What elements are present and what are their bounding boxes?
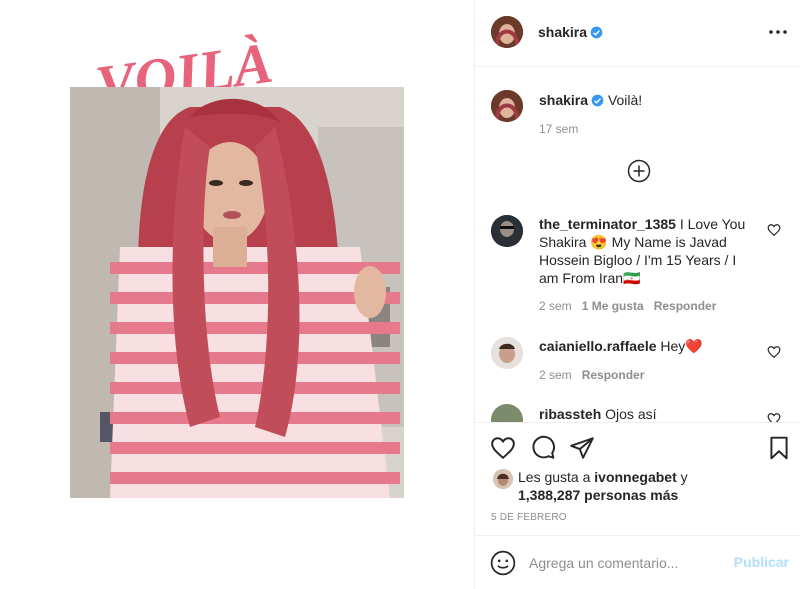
- post-side-panel: shakira shakira Voilà! 17 sem the_termin…: [474, 0, 800, 589]
- reply-button[interactable]: Responder: [654, 299, 717, 313]
- comment-time[interactable]: 2 sem: [539, 299, 572, 313]
- author-username[interactable]: shakira: [538, 24, 603, 40]
- post-photo[interactable]: [70, 87, 404, 498]
- share-direct-icon[interactable]: [569, 435, 595, 461]
- post-actions: Les gusta a ivonnegabet y 1,388,287 pers…: [475, 422, 800, 542]
- post-media: VOILÀ: [0, 0, 474, 589]
- post-header: shakira: [475, 0, 800, 67]
- save-bookmark-icon[interactable]: [766, 435, 792, 461]
- comments-list[interactable]: shakira Voilà! 17 sem the_terminator_138…: [475, 68, 800, 422]
- comment-text: Ojos así: [605, 406, 657, 422]
- like-heart-icon[interactable]: [490, 435, 516, 461]
- likes-summary: Les gusta a ivonnegabet y 1,388,287 pers…: [518, 468, 688, 504]
- comment-input[interactable]: [529, 552, 725, 574]
- load-more-comments-icon[interactable]: [627, 159, 651, 183]
- caption-username[interactable]: shakira: [539, 92, 588, 108]
- reply-button[interactable]: Responder: [582, 368, 645, 382]
- comment-meta: 2 sem 1 Me gusta Responder: [539, 299, 716, 313]
- comment-likes[interactable]: 1 Me gusta: [582, 299, 644, 313]
- verified-badge-icon: [590, 26, 603, 39]
- comment-composer: Publicar: [475, 535, 800, 589]
- comment-like-heart-icon[interactable]: [767, 412, 781, 422]
- caption-text: Voilà!: [607, 92, 643, 108]
- comment-time[interactable]: 2 sem: [539, 368, 572, 382]
- caption-time[interactable]: 17 sem: [539, 122, 578, 136]
- photo-illustration: [70, 87, 404, 498]
- liker-avatar[interactable]: [493, 469, 513, 489]
- emoji-icon[interactable]: [490, 550, 516, 576]
- author-avatar[interactable]: [491, 16, 523, 48]
- liker-username[interactable]: ivonnegabet: [594, 469, 676, 485]
- likes-prefix: Les gusta a: [518, 469, 591, 485]
- likes-count[interactable]: 1,388,287 personas más: [518, 487, 678, 503]
- comment-text-row: caianiello.raffaele Hey❤️: [539, 337, 749, 355]
- commenter-avatar[interactable]: [491, 215, 523, 247]
- caption-text-row: shakira Voilà!: [539, 91, 749, 109]
- verified-badge-icon: [591, 94, 604, 107]
- comment-like-heart-icon[interactable]: [767, 345, 781, 359]
- commenter-avatar[interactable]: [491, 404, 523, 422]
- post-date[interactable]: 5 DE FEBRERO: [491, 512, 567, 523]
- caption-avatar[interactable]: [491, 90, 523, 122]
- comment-username[interactable]: caianiello.raffaele: [539, 338, 657, 354]
- comment-bubble-icon[interactable]: [530, 435, 556, 461]
- comment-username[interactable]: ribassteh: [539, 406, 601, 422]
- comment-text-row: the_terminator_1385 I Love You Shakira 😍…: [539, 215, 749, 287]
- publish-button[interactable]: Publicar: [734, 554, 789, 570]
- comment-text-row: ribassteh Ojos así: [539, 405, 749, 422]
- comment-meta: 2 sem Responder: [539, 368, 644, 382]
- comment-like-heart-icon[interactable]: [767, 223, 781, 237]
- comment-username[interactable]: the_terminator_1385: [539, 216, 676, 232]
- comment-text: Hey❤️: [660, 338, 703, 354]
- commenter-avatar[interactable]: [491, 337, 523, 369]
- more-options-icon[interactable]: [767, 22, 789, 42]
- likes-connector: y: [680, 469, 688, 485]
